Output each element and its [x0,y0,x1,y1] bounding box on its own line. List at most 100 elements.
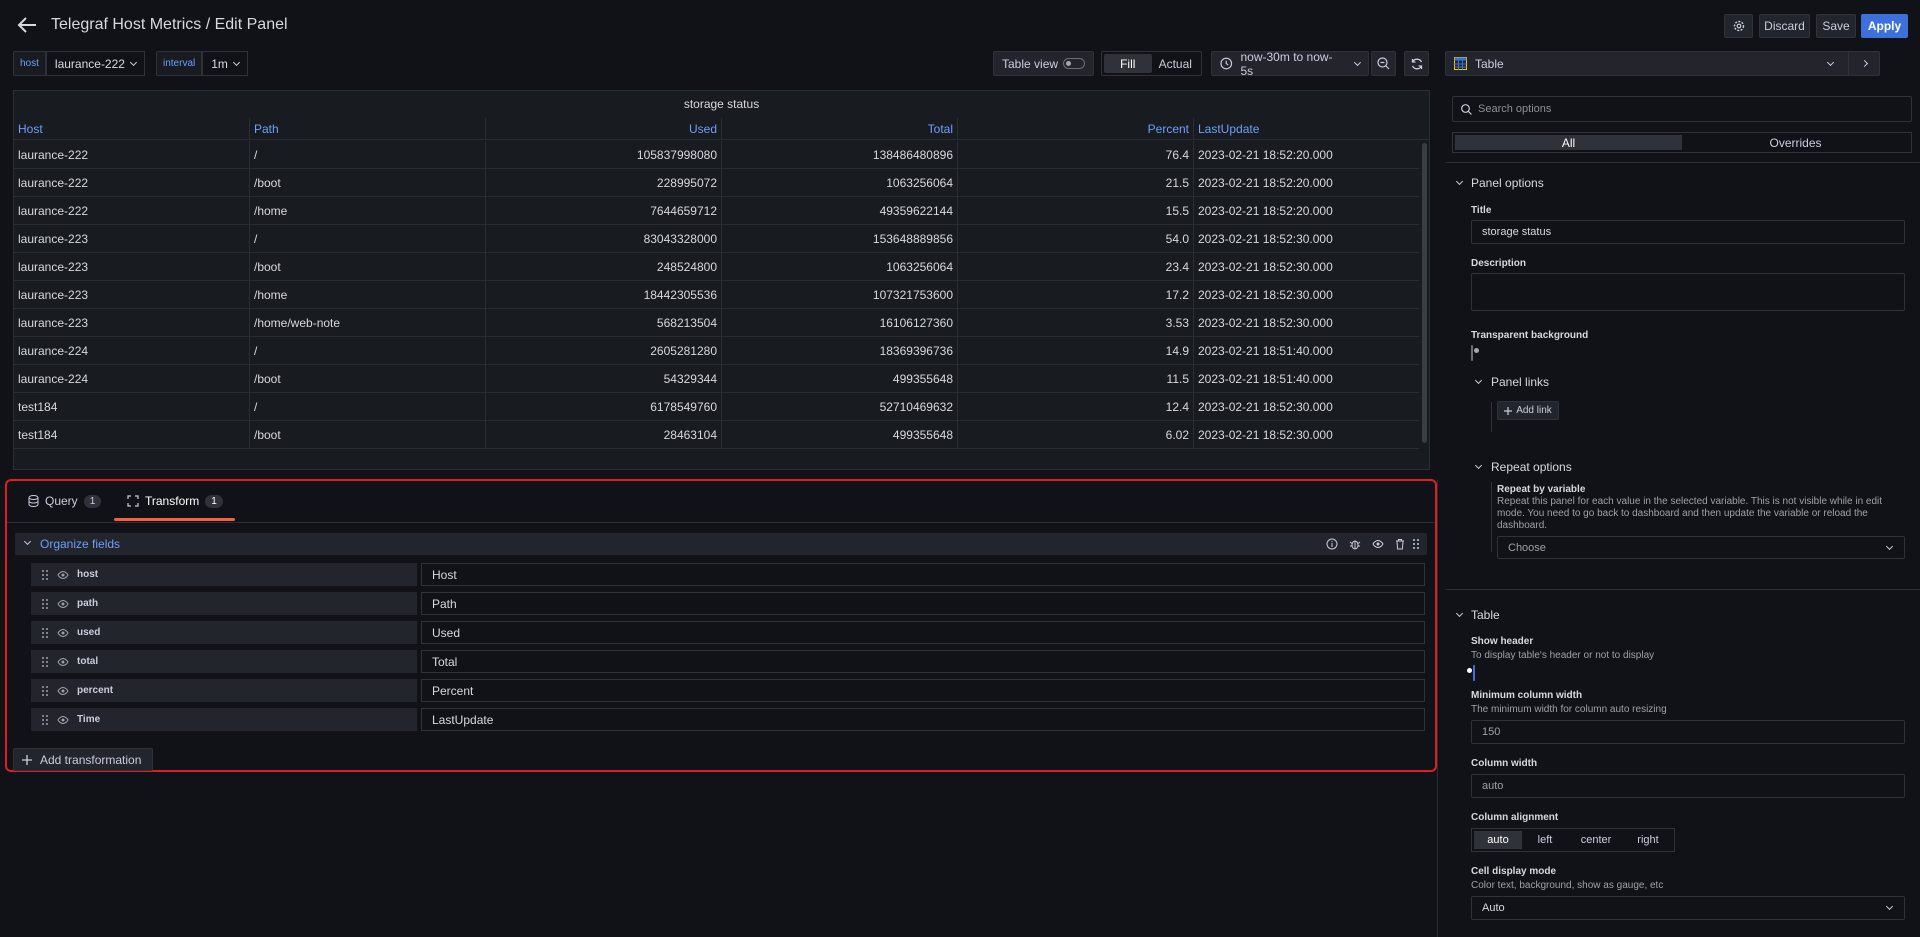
actual-option[interactable]: Actual [1152,54,1200,73]
field-rename-input[interactable]: LastUpdate [421,708,1425,731]
align-left-option[interactable]: left [1522,831,1568,849]
back-arrow-icon[interactable] [16,14,38,36]
field-rename-input[interactable]: Host [421,563,1425,586]
drag-handle-icon[interactable] [41,569,49,581]
align-auto-option[interactable]: auto [1474,831,1522,849]
eye-icon[interactable] [57,714,69,726]
drag-handle-icon[interactable] [41,685,49,697]
eye-icon[interactable] [1372,538,1384,550]
column-header-total[interactable]: Total [722,118,958,139]
transparent-background-toggle[interactable] [1471,345,1473,361]
chevron-down-icon[interactable] [23,537,32,546]
discard-button[interactable]: Discard [1759,14,1810,38]
tab-query[interactable]: Query 1 [28,494,102,508]
time-range-picker[interactable]: now-30m to now-5s [1211,50,1369,78]
field-name-cell[interactable]: total [31,650,417,673]
min-column-width-input[interactable]: 150 [1471,720,1905,744]
table-row: laurance-223/home 18442305536 107321753600… [14,281,1419,309]
info-icon[interactable] [1326,538,1338,550]
description-label: Description [1471,258,1527,269]
title-input[interactable]: storage status [1471,220,1905,244]
add-link-button[interactable]: Add link [1497,401,1559,420]
field-rename-input[interactable]: Total [421,650,1425,673]
variable-value: laurance-222 [54,56,125,71]
column-header-host[interactable]: Host [14,118,250,139]
cell-path: /boot [250,169,486,196]
variable-select[interactable]: 1m [202,51,248,76]
save-button[interactable]: Save [1816,14,1856,38]
organize-fields-header[interactable]: Organize fields [15,533,1427,555]
cell-display-mode-value: Auto [1482,902,1505,914]
drag-handle-icon[interactable] [41,627,49,639]
refresh-button[interactable] [1404,51,1429,76]
align-right-option[interactable]: right [1624,831,1672,849]
cell-percent: 14.9 [958,337,1194,364]
cell-percent: 11.5 [958,365,1194,392]
tab-all[interactable]: All [1455,135,1682,150]
drag-handle-icon[interactable] [41,714,49,726]
field-name-cell[interactable]: host [31,563,417,586]
eye-icon[interactable] [57,685,69,697]
field-name-cell[interactable]: path [31,592,417,615]
chevron-down-icon[interactable] [1474,376,1483,385]
chevron-down-icon[interactable] [1455,609,1464,618]
cell-path: /home/web-note [250,309,486,336]
variable-select[interactable]: laurance-222 [45,51,145,76]
tab-overrides[interactable]: Overrides [1682,135,1909,150]
column-width-input[interactable]: auto [1471,774,1905,798]
show-header-toggle[interactable] [1473,665,1475,681]
cell-lastupdate: 2023-02-21 18:52:20.000 [1198,175,1333,190]
apply-button[interactable]: Apply [1861,14,1908,38]
visualization-picker[interactable]: Table [1445,51,1880,76]
field-name-cell[interactable]: percent [31,679,417,702]
add-transformation-button[interactable]: Add transformation [13,748,153,771]
table-view-toggle[interactable]: Table view [993,51,1094,76]
repeat-options-title[interactable]: Repeat options [1491,460,1572,474]
field-rename-input[interactable]: Used [421,621,1425,644]
chevron-down-icon[interactable] [1474,461,1483,470]
fill-option[interactable]: Fill [1104,54,1152,73]
search-options-field[interactable]: Search options [1452,96,1912,122]
field-name-cell[interactable]: Time [31,708,417,731]
eye-icon[interactable] [57,627,69,639]
chevron-right-icon[interactable] [1860,59,1869,68]
column-header-percent[interactable]: Percent [958,118,1194,139]
column-header-lastupdate[interactable]: LastUpdate [1194,118,1429,139]
description-textarea[interactable] [1471,273,1905,311]
cell-path: /home [250,281,486,308]
panel-options-title[interactable]: Panel options [1471,176,1544,190]
align-center-option[interactable]: center [1568,831,1624,849]
table-options-title[interactable]: Table [1471,608,1500,622]
eye-icon[interactable] [57,598,69,610]
drag-handle-icon[interactable] [1412,538,1420,550]
zoom-out-button[interactable] [1371,51,1396,76]
eye-icon[interactable] [57,569,69,581]
drag-handle-icon[interactable] [41,598,49,610]
column-header-used[interactable]: Used [486,118,722,139]
settings-button[interactable] [1724,14,1753,38]
table-header: Host Path Used Total Percent LastUpdate [14,118,1429,140]
eye-icon[interactable] [57,656,69,668]
clock-icon [1220,57,1233,70]
field-rename-input[interactable]: Percent [421,679,1425,702]
table-scrollbar[interactable] [1422,143,1427,443]
field-rename-input[interactable]: Path [421,592,1425,615]
cell-used: 28463104 [486,421,722,448]
tab-transform[interactable]: Transform 1 [127,494,223,508]
cell-display-mode-select[interactable]: Auto [1471,896,1905,920]
bug-icon[interactable] [1349,538,1361,550]
cell-total: 1063256064 [722,169,958,196]
repeat-variable-placeholder: Choose [1508,541,1546,554]
chevron-down-icon[interactable] [1455,177,1464,186]
field-name-cell[interactable]: used [31,621,417,644]
cell-path: /home [250,197,486,224]
add-transformation-label: Add transformation [40,752,142,767]
repeat-variable-select[interactable]: Choose [1497,536,1905,559]
column-header-path[interactable]: Path [250,118,486,139]
cell-lastupdate: 2023-02-21 18:52:30.000 [1198,287,1333,302]
cell-host: laurance-222 [14,141,250,168]
panel-links-title[interactable]: Panel links [1491,375,1549,389]
trash-icon[interactable] [1394,538,1406,550]
drag-handle-icon[interactable] [41,656,49,668]
cell-display-mode-label: Cell display mode [1471,866,1557,877]
